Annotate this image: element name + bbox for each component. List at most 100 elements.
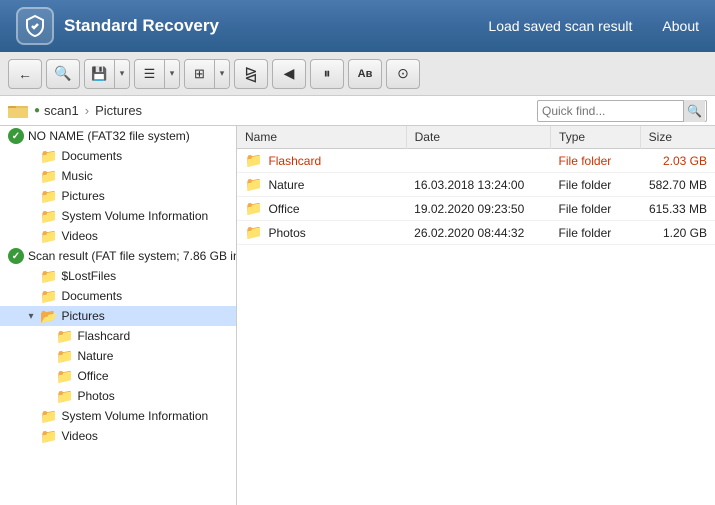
tree-label-music: Music	[61, 169, 92, 183]
file-type-cell: File folder	[551, 149, 641, 173]
table-header-row: Name Date Type Size	[237, 126, 715, 149]
col-header-size[interactable]: Size	[640, 126, 715, 149]
expand-icon	[24, 229, 38, 243]
breadcrumb-pictures[interactable]: Pictures	[95, 103, 142, 118]
breadcrumb-dot: ●	[34, 105, 40, 116]
file-date-cell	[406, 149, 550, 173]
search-submit-button[interactable]: 🔍	[683, 100, 705, 122]
file-date-cell: 16.03.2018 13:24:00	[406, 173, 550, 197]
tree-item-music[interactable]: 📁 Music	[0, 166, 236, 186]
pause-icon: ⏸	[324, 65, 331, 82]
search-button[interactable]: 🔍	[46, 59, 80, 89]
tree-item-photos[interactable]: 📁 Photos	[0, 386, 236, 406]
app-title: Standard Recovery	[64, 16, 488, 36]
tree-item-no-name[interactable]: ✓ NO NAME (FAT32 file system)	[0, 126, 236, 146]
status-icon-green2: ✓	[8, 248, 24, 264]
left-panel: ✓ NO NAME (FAT32 file system) 📁 Document…	[0, 126, 237, 505]
tree-label-documents2: Documents	[61, 289, 122, 303]
table-row[interactable]: 📁Nature16.03.2018 13:24:00File folder582…	[237, 173, 715, 197]
magnifier-icon: 🔍	[687, 104, 702, 118]
expand-icon	[24, 429, 38, 443]
save-icon: 💾	[91, 66, 107, 82]
folder-icon: 📁	[56, 328, 73, 345]
tree-item-videos1[interactable]: 📁 Videos	[0, 226, 236, 246]
file-size-cell: 582.70 MB	[640, 173, 715, 197]
file-name: Nature	[268, 178, 304, 192]
user-icon: ⊙	[397, 65, 409, 82]
tree-item-system-volume2[interactable]: 📁 System Volume Information	[0, 406, 236, 426]
expand-icon	[24, 169, 38, 183]
font-button[interactable]: Aв	[348, 59, 382, 89]
tree-item-system-volume[interactable]: 📁 System Volume Information	[0, 206, 236, 226]
expand-icon	[24, 209, 38, 223]
tree-item-videos2[interactable]: 📁 Videos	[0, 426, 236, 446]
prev-icon: ◀	[284, 65, 295, 82]
table-row[interactable]: 📁FlashcardFile folder2.03 GB	[237, 149, 715, 173]
folder-icon: 📁	[40, 208, 57, 225]
file-name: Photos	[268, 226, 305, 240]
view-button-arrow[interactable]: ▾	[215, 60, 229, 88]
folder-icon: 📁	[40, 168, 57, 185]
save-button-main[interactable]: 💾	[85, 60, 115, 88]
expand-icon	[24, 289, 38, 303]
col-header-type[interactable]: Type	[551, 126, 641, 149]
col-header-date[interactable]: Date	[406, 126, 550, 149]
file-date-cell: 19.02.2020 09:23:50	[406, 197, 550, 221]
table-row[interactable]: 📁Office19.02.2020 09:23:50File folder615…	[237, 197, 715, 221]
file-name-cell: 📁Flashcard	[237, 149, 406, 173]
view-button-main[interactable]: ⊞	[185, 60, 215, 88]
tree-item-nature[interactable]: 📁 Nature	[0, 346, 236, 366]
font-icon: Aв	[358, 68, 373, 80]
view-split-button[interactable]: ⊞ ▾	[184, 59, 230, 89]
folder-icon: 📁	[40, 228, 57, 245]
tree-item-lostfiles[interactable]: 📁 $LostFiles	[0, 266, 236, 286]
load-scan-link[interactable]: Load saved scan result	[488, 18, 632, 34]
tree-label-office: Office	[77, 369, 108, 383]
binoculars-icon: ⧎	[244, 64, 257, 84]
tree-item-scan-result[interactable]: ✓ Scan result (FAT file system; 7.86 GB …	[0, 246, 236, 266]
file-folder-icon: 📁	[245, 176, 262, 192]
pause-button[interactable]: ⏸	[310, 59, 344, 89]
scan-button[interactable]: ⧎	[234, 59, 268, 89]
search-input[interactable]	[538, 104, 683, 118]
file-date-cell: 26.02.2020 08:44:32	[406, 221, 550, 245]
breadcrumb-text: ● scan1 › Pictures	[34, 103, 142, 118]
folder-icon: 📁	[56, 368, 73, 385]
tree-item-documents1[interactable]: 📁 Documents	[0, 146, 236, 166]
status-icon-green: ✓	[8, 128, 24, 144]
folder-icon-open: 📂	[40, 308, 57, 325]
list-button-arrow[interactable]: ▾	[165, 60, 179, 88]
tree-item-pictures2[interactable]: ▾ 📂 Pictures	[0, 306, 236, 326]
file-name-cell: 📁Office	[237, 197, 406, 221]
search-bar: 🔍	[537, 100, 707, 122]
breadcrumb-scan[interactable]: scan1	[44, 103, 79, 118]
tree-item-documents2[interactable]: 📁 Documents	[0, 286, 236, 306]
list-button-main[interactable]: ☰	[135, 60, 165, 88]
main-content: ✓ NO NAME (FAT32 file system) 📁 Document…	[0, 126, 715, 505]
tree-label-pictures1: Pictures	[61, 189, 104, 203]
tree-item-office[interactable]: 📁 Office	[0, 366, 236, 386]
prev-button[interactable]: ◀	[272, 59, 306, 89]
table-row[interactable]: 📁Photos26.02.2020 08:44:32File folder1.2…	[237, 221, 715, 245]
col-header-name[interactable]: Name	[237, 126, 406, 149]
save-split-button[interactable]: 💾 ▾	[84, 59, 130, 89]
header-nav: Load saved scan result About	[488, 18, 699, 34]
tree-item-pictures1[interactable]: 📁 Pictures	[0, 186, 236, 206]
save-button-arrow[interactable]: ▾	[115, 60, 129, 88]
expand-icon	[24, 409, 38, 423]
folder-icon: 📁	[56, 388, 73, 405]
expand-icon	[24, 269, 38, 283]
chevron-down-icon: ▾	[120, 68, 125, 79]
user-button[interactable]: ⊙	[386, 59, 420, 89]
breadcrumb-sep: ›	[85, 103, 89, 118]
tree-label-videos2: Videos	[61, 429, 97, 443]
tree-label-nature: Nature	[77, 349, 113, 363]
list-split-button[interactable]: ☰ ▾	[134, 59, 180, 89]
back-button[interactable]: ←	[8, 59, 42, 89]
about-link[interactable]: About	[662, 18, 699, 34]
folder-icon: 📁	[40, 428, 57, 445]
right-panel: Name Date Type Size 📁Flashcard File folde…	[237, 126, 715, 505]
tree-item-flashcard[interactable]: 📁 Flashcard	[0, 326, 236, 346]
list-icon: ☰	[144, 66, 156, 82]
file-name: Office	[268, 202, 299, 216]
